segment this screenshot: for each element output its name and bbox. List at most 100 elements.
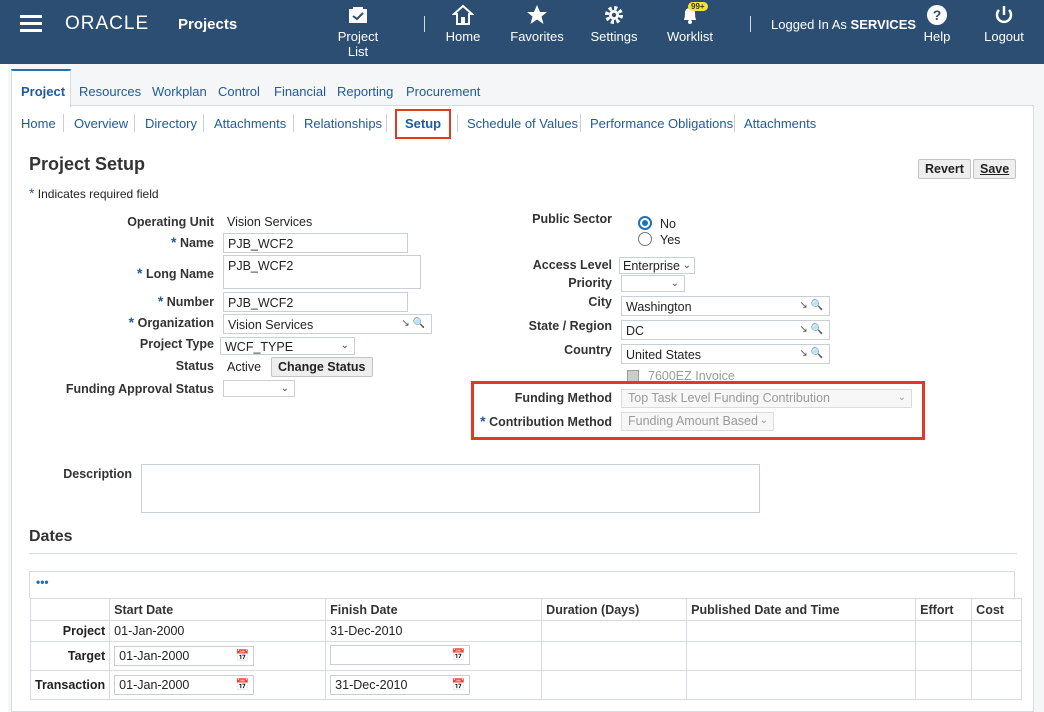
calendar-icon[interactable]: 📅 (235, 649, 249, 662)
country-input[interactable]: United States ↘ 🔍 (621, 344, 830, 364)
search-icon[interactable]: ↘ 🔍 (799, 300, 823, 311)
funding-approval-label: Funding Approval Status (65, 382, 214, 396)
calendar-icon[interactable]: 📅 (235, 678, 249, 691)
organization-label: * Organization (60, 314, 214, 330)
public-sector-no-radio[interactable] (638, 216, 652, 230)
search-icon[interactable]: ↘ 🔍 (799, 324, 823, 335)
published-cell (686, 670, 917, 700)
gear-icon (605, 6, 623, 24)
dates-section-title: Dates (29, 528, 73, 545)
target-start-date-input[interactable]: 01-Jan-2000 📅 (114, 646, 255, 666)
required-asterisk: * (29, 185, 35, 201)
contribution-method-label: * Contribution Method (480, 413, 612, 429)
city-label: City (588, 295, 612, 309)
tab-project[interactable]: Project (21, 84, 65, 99)
name-label: * Name (60, 234, 214, 250)
calendar-icon[interactable]: 📅 (451, 648, 465, 661)
description-textarea[interactable] (141, 464, 760, 513)
change-status-button[interactable]: Change Status (271, 357, 373, 377)
tab-resources[interactable]: Resources (79, 84, 141, 99)
effort-cell (915, 670, 973, 700)
save-button[interactable]: Save (973, 159, 1017, 179)
revert-button[interactable]: Revert (918, 159, 971, 179)
access-level-select[interactable]: Enterprise ⌄ (619, 257, 695, 274)
subtab-schedule-of-values[interactable]: Schedule of Values (467, 116, 578, 131)
search-icon[interactable]: ↘ 🔍 (401, 318, 425, 329)
power-icon (995, 6, 1013, 24)
more-actions-icon[interactable]: ••• (36, 575, 49, 589)
long-name-label-text: Long Name (145, 267, 214, 281)
funding-method-label: Funding Method (514, 391, 612, 405)
project-type-select[interactable]: WCF_TYPE ⌄ (220, 337, 355, 355)
published-cell (686, 620, 917, 642)
row-header: Target (29, 641, 111, 671)
subtab-separator (457, 114, 458, 132)
nav-label: Favorites (510, 29, 564, 44)
state-region-input[interactable]: DC ↘ 🔍 (621, 320, 830, 340)
number-input[interactable]: PJB_WCF2 (223, 292, 408, 312)
long-name-textarea[interactable]: PJB_WCF2 (223, 255, 421, 289)
contribution-method-select: Funding Amount Based ⌄ (621, 412, 774, 431)
menu-icon[interactable] (20, 11, 42, 36)
tab-control[interactable]: Control (218, 84, 260, 99)
start-date-cell: 01-Jan-2000 (109, 620, 327, 642)
subtab-home[interactable]: Home (21, 116, 56, 131)
nav-favorites[interactable]: Favorites (509, 4, 565, 44)
nav-worklist[interactable]: 99+ Worklist (666, 2, 714, 44)
subtab-overview[interactable]: Overview (74, 116, 128, 131)
public-sector-no-label: No (660, 217, 676, 231)
subtab-separator (63, 114, 64, 132)
public-sector-label: Public Sector (532, 212, 612, 226)
city-value: Washington (626, 300, 692, 314)
target-finish-date-input[interactable]: 📅 (330, 644, 471, 665)
nav-label: Settings (590, 29, 638, 44)
funding-approval-select[interactable]: ⌄ (223, 380, 295, 397)
nav-home[interactable]: Home (444, 4, 482, 44)
subtab-directory[interactable]: Directory (145, 116, 197, 131)
public-sector-yes-radio[interactable] (638, 232, 652, 246)
help-icon: ? (927, 5, 947, 25)
search-icon[interactable]: ↘ 🔍 (799, 348, 823, 359)
nav-help[interactable]: ? Help (920, 4, 954, 44)
column-header: Effort (915, 598, 973, 621)
finish-date-cell: 📅 (325, 641, 543, 671)
subtab-separator (734, 114, 735, 132)
city-input[interactable]: Washington ↘ 🔍 (621, 296, 830, 316)
tab-workplan[interactable]: Workplan (152, 84, 207, 99)
finish-date-cell: 31-Dec-2010 📅 (325, 670, 543, 700)
column-header: Published Date and Time (686, 598, 917, 621)
home-icon (452, 4, 474, 25)
logged-in-prefix: Logged In As (771, 17, 847, 32)
effort-cell (915, 641, 973, 671)
table-row: Transaction 01-Jan-2000 📅 31-Dec-2010 📅 (29, 670, 1023, 700)
subtab-attachments[interactable]: Attachments (214, 116, 286, 131)
logged-in-user: SERVICES (850, 17, 917, 32)
subtab-relationships[interactable]: Relationships (304, 116, 382, 131)
nav-settings[interactable]: Settings (590, 4, 638, 44)
nav-logout[interactable]: Logout (982, 4, 1026, 44)
subtab-separator (203, 114, 204, 132)
organization-input[interactable]: Vision Services ↘ 🔍 (223, 314, 432, 334)
oracle-logo: ORACLE (65, 13, 150, 34)
tab-financial[interactable]: Financial (274, 84, 326, 99)
tab-procurement[interactable]: Procurement (406, 84, 480, 99)
public-sector-yes-label: Yes (660, 233, 681, 247)
transaction-start-date-input[interactable]: 01-Jan-2000 📅 (114, 675, 255, 695)
subtab-attachments-2[interactable]: Attachments (744, 116, 816, 131)
column-header: Cost (971, 598, 1023, 621)
calendar-icon[interactable]: 📅 (451, 678, 465, 691)
dates-toolbar (29, 571, 1015, 598)
status-value: Active (227, 360, 262, 374)
subtab-performance-obligations[interactable]: Performance Obligations (590, 116, 733, 131)
effort-cell (915, 620, 973, 642)
tab-reporting[interactable]: Reporting (337, 84, 393, 99)
access-level-value: Enterprise (623, 259, 680, 273)
column-header: Duration (Days) (541, 598, 688, 621)
priority-select[interactable]: ⌄ (621, 275, 685, 292)
star-icon (527, 5, 547, 24)
name-input[interactable]: PJB_WCF2 (223, 233, 408, 253)
transaction-finish-date-input[interactable]: 31-Dec-2010 📅 (330, 675, 471, 695)
nav-project-list[interactable]: Project List (327, 4, 389, 59)
nav-label: Worklist (667, 29, 713, 44)
priority-label: Priority (568, 276, 612, 290)
